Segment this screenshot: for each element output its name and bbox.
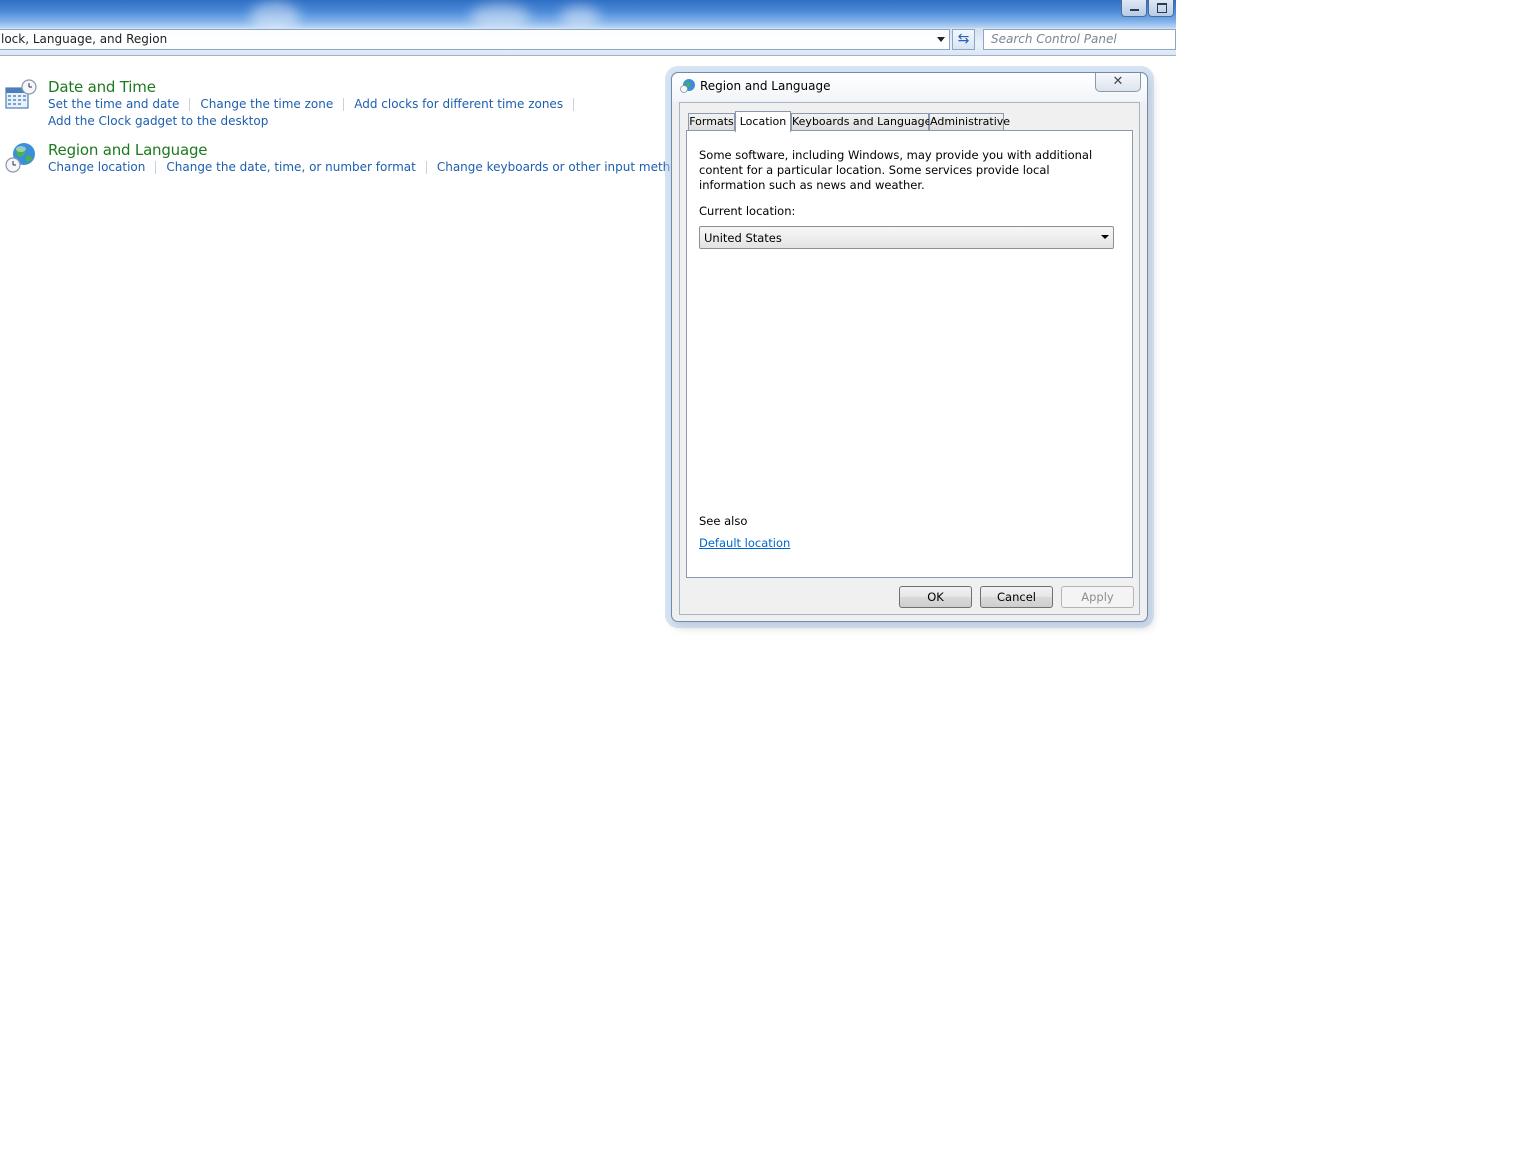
globe-clock-icon [5, 143, 35, 173]
search-input[interactable] [984, 30, 1171, 48]
link-divider [155, 161, 157, 174]
cancel-button[interactable]: Cancel [980, 586, 1053, 608]
category-title[interactable]: Date and Time [48, 78, 156, 96]
apply-button[interactable]: Apply [1061, 586, 1134, 608]
breadcrumb[interactable]: lock, Language, and Region [0, 29, 950, 50]
link-divider [343, 98, 345, 111]
add-clock-gadget-link[interactable]: Add the Clock gadget to the desktop [48, 114, 268, 128]
set-time-date-link[interactable]: Set the time and date [48, 97, 179, 111]
minimize-icon [1130, 9, 1139, 11]
dialog-title: Region and Language [700, 79, 831, 93]
maximize-button[interactable] [1148, 0, 1174, 17]
category-links: Set the time and date Change the time zon… [48, 97, 584, 111]
window-titlebar [0, 0, 1176, 28]
change-keyboards-link[interactable]: Change keyboards or other input methods [437, 160, 692, 174]
current-location-value: United States [704, 231, 782, 245]
link-divider [189, 98, 191, 111]
current-location-label: Current location: [699, 204, 796, 218]
link-divider [573, 98, 575, 111]
tab-keyboards-and-languages[interactable]: Keyboards and Languages [791, 113, 937, 131]
category-links: Change location Change the date, time, or… [48, 160, 691, 174]
change-location-link[interactable]: Change location [48, 160, 145, 174]
category-links-row2: Add the Clock gadget to the desktop [48, 114, 268, 128]
tab-administrative[interactable]: Administrative [929, 113, 1010, 131]
globe-icon [680, 79, 695, 93]
refresh-button[interactable]: ⇆ [952, 29, 975, 50]
location-tab-page: Some software, including Windows, may pr… [686, 130, 1133, 578]
search-box[interactable] [983, 29, 1176, 50]
see-also-label: See also [699, 514, 748, 528]
aero-glow [560, 6, 600, 28]
tab-formats[interactable]: Formats [688, 113, 735, 131]
change-format-link[interactable]: Change the date, time, or number format [166, 160, 415, 174]
address-dropdown-icon[interactable] [937, 37, 945, 42]
change-time-zone-link[interactable]: Change the time zone [200, 97, 333, 111]
ok-button[interactable]: OK [899, 586, 972, 608]
current-location-select[interactable]: United States [699, 226, 1114, 249]
aero-glow [250, 2, 300, 28]
aero-glow [470, 4, 530, 28]
calendar-clock-icon [5, 79, 37, 109]
dialog-body: Formats Location Keyboards and Languages… [679, 102, 1140, 615]
address-bar: lock, Language, and Region ⇆ [0, 28, 1176, 56]
link-divider [425, 161, 427, 174]
location-description: Some software, including Windows, may pr… [699, 148, 1093, 192]
minimize-button[interactable] [1121, 0, 1147, 17]
restore-icon [1157, 3, 1167, 13]
tab-location[interactable]: Location [735, 111, 791, 132]
add-clocks-link[interactable]: Add clocks for different time zones [354, 97, 563, 111]
region-language-dialog: Region and Language ✕ Formats Location K… [671, 72, 1148, 622]
chevron-down-icon [1101, 235, 1109, 239]
close-icon: ✕ [1112, 74, 1124, 89]
breadcrumb-text: lock, Language, and Region [1, 32, 168, 46]
refresh-icon: ⇆ [957, 31, 970, 47]
default-location-link[interactable]: Default location [699, 536, 790, 550]
close-button[interactable]: ✕ [1095, 73, 1141, 92]
category-title[interactable]: Region and Language [48, 141, 208, 159]
